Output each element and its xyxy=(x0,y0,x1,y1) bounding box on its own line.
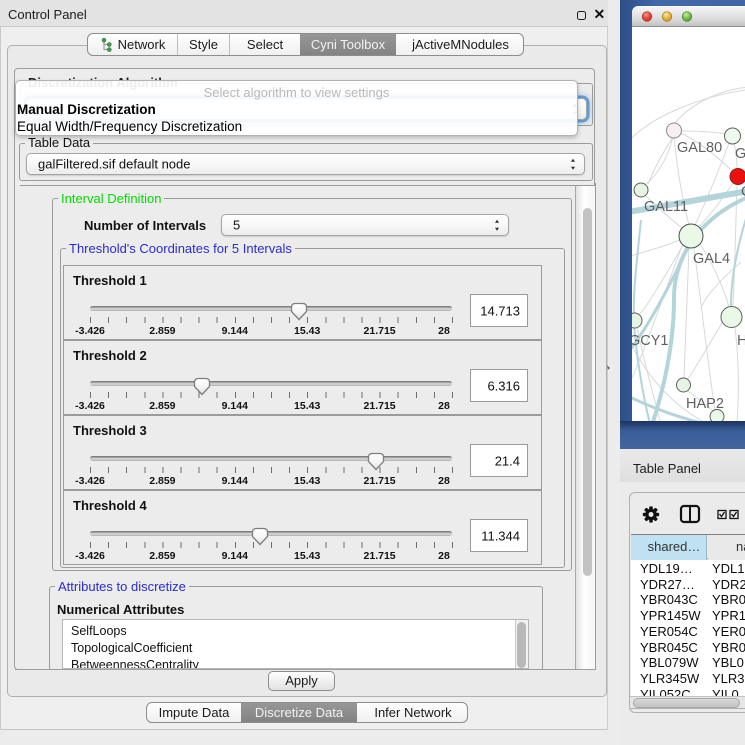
svg-text:GA: GA xyxy=(735,146,745,162)
svg-text:CR: CR xyxy=(741,184,745,200)
svg-text:GAL4: GAL4 xyxy=(693,251,730,267)
svg-text:GAL80: GAL80 xyxy=(677,140,722,156)
svg-text:GCY1: GCY1 xyxy=(632,333,669,349)
svg-text:GAL11: GAL11 xyxy=(644,199,688,215)
svg-text:HAP2: HAP2 xyxy=(686,396,724,412)
svg-text:HI: HI xyxy=(737,333,745,349)
